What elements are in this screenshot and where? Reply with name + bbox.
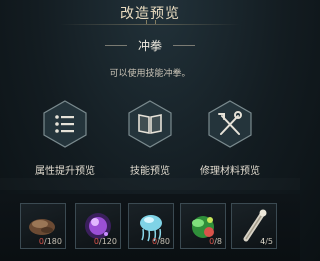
title-divider <box>60 24 240 25</box>
repair-material-preview-label: 修理材料预览 <box>200 166 260 177</box>
material-slot[interactable]: 0/80 <box>128 203 174 249</box>
material-count: 0/8 <box>209 237 222 246</box>
attribute-preview-label: 属性提升预览 <box>35 166 95 177</box>
hexagon-frame <box>208 100 252 148</box>
hexagon-frame <box>43 100 87 148</box>
material-count: 0/120 <box>93 237 117 246</box>
material-count: 4/5 <box>260 237 273 246</box>
material-count: 0/180 <box>38 237 62 246</box>
skill-name: 冲拳 <box>137 39 162 53</box>
material-slot[interactable]: 0/120 <box>75 203 121 249</box>
material-slot[interactable]: 0/180 <box>20 203 66 249</box>
list-icon <box>55 115 74 133</box>
material-slot[interactable]: 4/5 <box>231 203 277 249</box>
hexagon-frame <box>128 100 172 148</box>
skill-preview-label: 技能预览 <box>130 166 170 177</box>
title-notch-ornament <box>146 20 156 24</box>
material-slot[interactable]: 0/8 <box>180 203 226 249</box>
skill-description: 可以使用技能冲拳。 <box>109 69 191 79</box>
material-count: 0/80 <box>152 237 170 246</box>
skill-name-right-ornament <box>173 45 195 46</box>
background-stripe <box>0 178 300 190</box>
